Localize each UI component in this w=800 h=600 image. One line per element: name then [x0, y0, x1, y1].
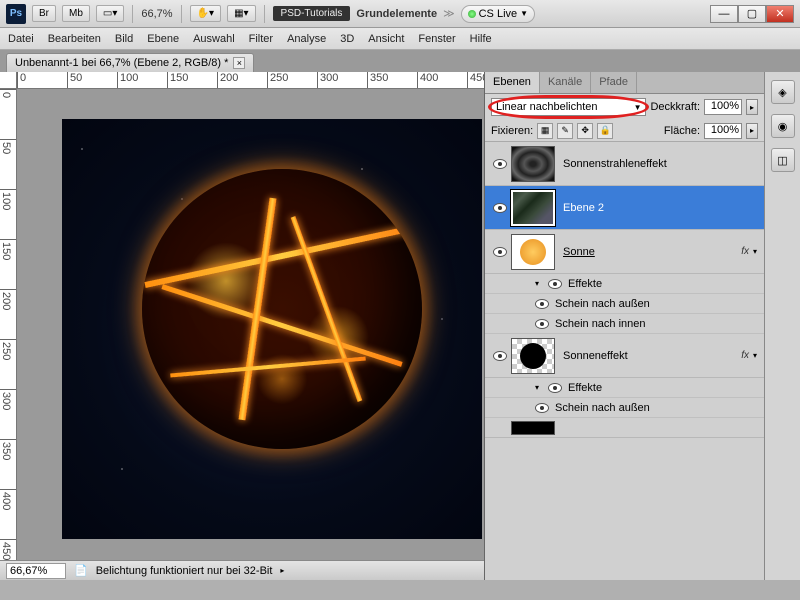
visibility-icon[interactable] [535, 319, 549, 329]
layer-row[interactable]: Ebene 2 [485, 186, 764, 230]
menu-3d[interactable]: 3D [340, 33, 354, 45]
menu-hilfe[interactable]: Hilfe [470, 33, 492, 45]
menu-ebene[interactable]: Ebene [147, 33, 179, 45]
menu-fenster[interactable]: Fenster [418, 33, 455, 45]
status-zoom-input[interactable]: 66,67% [6, 563, 66, 579]
swatches-icon[interactable]: ◈ [771, 80, 795, 104]
close-button[interactable]: ✕ [766, 5, 794, 23]
opacity-flyout[interactable]: ▸ [746, 99, 758, 115]
minibridge-button[interactable]: Mb [62, 5, 90, 22]
hand-tool-button[interactable]: ✋▾ [190, 5, 221, 22]
document-tab[interactable]: Unbenannt-1 bei 66,7% (Ebene 2, RGB/8) *… [6, 53, 254, 72]
cslive-label: CS Live [479, 8, 518, 20]
layer-thumb[interactable] [511, 234, 555, 270]
document-tabs: Unbenannt-1 bei 66,7% (Ebene 2, RGB/8) *… [0, 50, 800, 72]
layer-thumb[interactable] [511, 190, 555, 226]
layer-effects-header[interactable]: ▾Effekte [485, 274, 764, 294]
layer-name[interactable]: Sonneneffekt [563, 350, 741, 362]
layer-effects-header[interactable]: ▾Effekte [485, 378, 764, 398]
canvas[interactable] [62, 119, 482, 539]
workspace-label[interactable]: Grundelemente [356, 8, 437, 20]
visibility-icon[interactable] [493, 159, 507, 169]
layer-list[interactable]: Sonnenstrahleneffekt Ebene 2 Sonne fx▾ ▾… [485, 142, 764, 580]
visibility-icon[interactable] [493, 351, 507, 361]
layer-row[interactable]: Sonnenstrahleneffekt [485, 142, 764, 186]
tab-pfade[interactable]: Pfade [591, 72, 637, 93]
collapsed-panels: ◈ ◉ ◫ [764, 72, 800, 580]
maximize-button[interactable]: ▢ [738, 5, 766, 23]
arrange-button[interactable]: ▦▾ [227, 5, 255, 22]
layer-effect-item[interactable]: Schein nach innen [485, 314, 764, 334]
fx-badge[interactable]: fx [741, 350, 749, 361]
ps-logo-icon: Ps [6, 4, 26, 24]
layer-thumb[interactable] [511, 146, 555, 182]
opacity-input[interactable]: 100% [704, 99, 742, 115]
layer-row[interactable]: Sonne fx▾ [485, 230, 764, 274]
lock-pixels-icon[interactable]: ✎ [557, 123, 573, 139]
layer-name[interactable]: Ebene 2 [563, 202, 760, 214]
status-info-icon[interactable]: 📄 [74, 564, 88, 577]
fill-input[interactable]: 100% [704, 123, 742, 139]
ruler-horizontal[interactable]: 050100150200250300350400450500 [17, 72, 484, 89]
menu-ansicht[interactable]: Ansicht [368, 33, 404, 45]
layer-row[interactable] [485, 418, 764, 438]
bridge-button[interactable]: Br [32, 5, 56, 22]
visibility-icon[interactable] [493, 203, 507, 213]
visibility-icon[interactable] [535, 299, 549, 309]
visibility-icon[interactable] [535, 403, 549, 413]
menu-auswahl[interactable]: Auswahl [193, 33, 235, 45]
tab-ebenen[interactable]: Ebenen [485, 72, 540, 93]
lock-transparency-icon[interactable]: ▦ [537, 123, 553, 139]
document-tab-title: Unbenannt-1 bei 66,7% (Ebene 2, RGB/8) * [15, 57, 228, 69]
menu-bearbeiten[interactable]: Bearbeiten [48, 33, 101, 45]
fill-flyout[interactable]: ▸ [746, 123, 758, 139]
menu-bar: Datei Bearbeiten Bild Ebene Auswahl Filt… [0, 28, 800, 50]
visibility-icon[interactable] [548, 383, 562, 393]
workspace-brand[interactable]: PSD-Tutorials [273, 6, 351, 21]
canvas-area[interactable] [17, 89, 484, 560]
visibility-icon[interactable] [493, 247, 507, 257]
screen-mode-button[interactable]: ▭▾ [96, 5, 124, 22]
layer-name[interactable]: Sonne [563, 246, 741, 258]
fx-badge[interactable]: fx [741, 246, 749, 257]
lock-position-icon[interactable]: ✥ [577, 123, 593, 139]
zoom-readout[interactable]: 66,7% [141, 8, 172, 20]
styles-icon[interactable]: ◉ [771, 114, 795, 138]
layer-effect-item[interactable]: Schein nach außen [485, 294, 764, 314]
lock-all-icon[interactable]: 🔒 [597, 123, 613, 139]
status-bar: 66,67% 📄 Belichtung funktioniert nur bei… [0, 560, 484, 580]
cslive-status-icon [468, 10, 476, 18]
cslive-button[interactable]: CS Live ▼ [461, 5, 535, 23]
layer-effect-item[interactable]: Schein nach außen [485, 398, 764, 418]
tab-kanaele[interactable]: Kanäle [540, 72, 591, 93]
options-bar: Ps Br Mb ▭▾ 66,7% ✋▾ ▦▾ PSD-Tutorials Gr… [0, 0, 800, 28]
menu-filter[interactable]: Filter [249, 33, 273, 45]
layer-thumb[interactable] [511, 421, 555, 435]
menu-datei[interactable]: Datei [8, 33, 34, 45]
fill-label: Fläche: [664, 125, 700, 137]
ruler-origin[interactable] [0, 72, 17, 89]
minimize-button[interactable]: — [710, 5, 738, 23]
layer-row[interactable]: Sonneneffekt fx▾ [485, 334, 764, 378]
adjustments-icon[interactable]: ◫ [771, 148, 795, 172]
close-tab-icon[interactable]: × [233, 57, 245, 69]
ruler-vertical[interactable]: 050100150200250300350400450 [0, 89, 17, 560]
status-message: Belichtung funktioniert nur bei 32-Bit [96, 565, 273, 577]
layer-thumb[interactable] [511, 338, 555, 374]
blend-mode-select[interactable]: Linear nachbelichten ▼ [491, 98, 646, 116]
menu-analyse[interactable]: Analyse [287, 33, 326, 45]
menu-bild[interactable]: Bild [115, 33, 133, 45]
opacity-label: Deckkraft: [650, 101, 700, 113]
lock-label: Fixieren: [491, 125, 533, 137]
layers-panel: Ebenen Kanäle Pfade Linear nachbelichten… [484, 72, 764, 580]
layer-name[interactable]: Sonnenstrahleneffekt [563, 158, 760, 170]
visibility-icon[interactable] [548, 279, 562, 289]
blend-mode-value: Linear nachbelichten [496, 101, 598, 113]
